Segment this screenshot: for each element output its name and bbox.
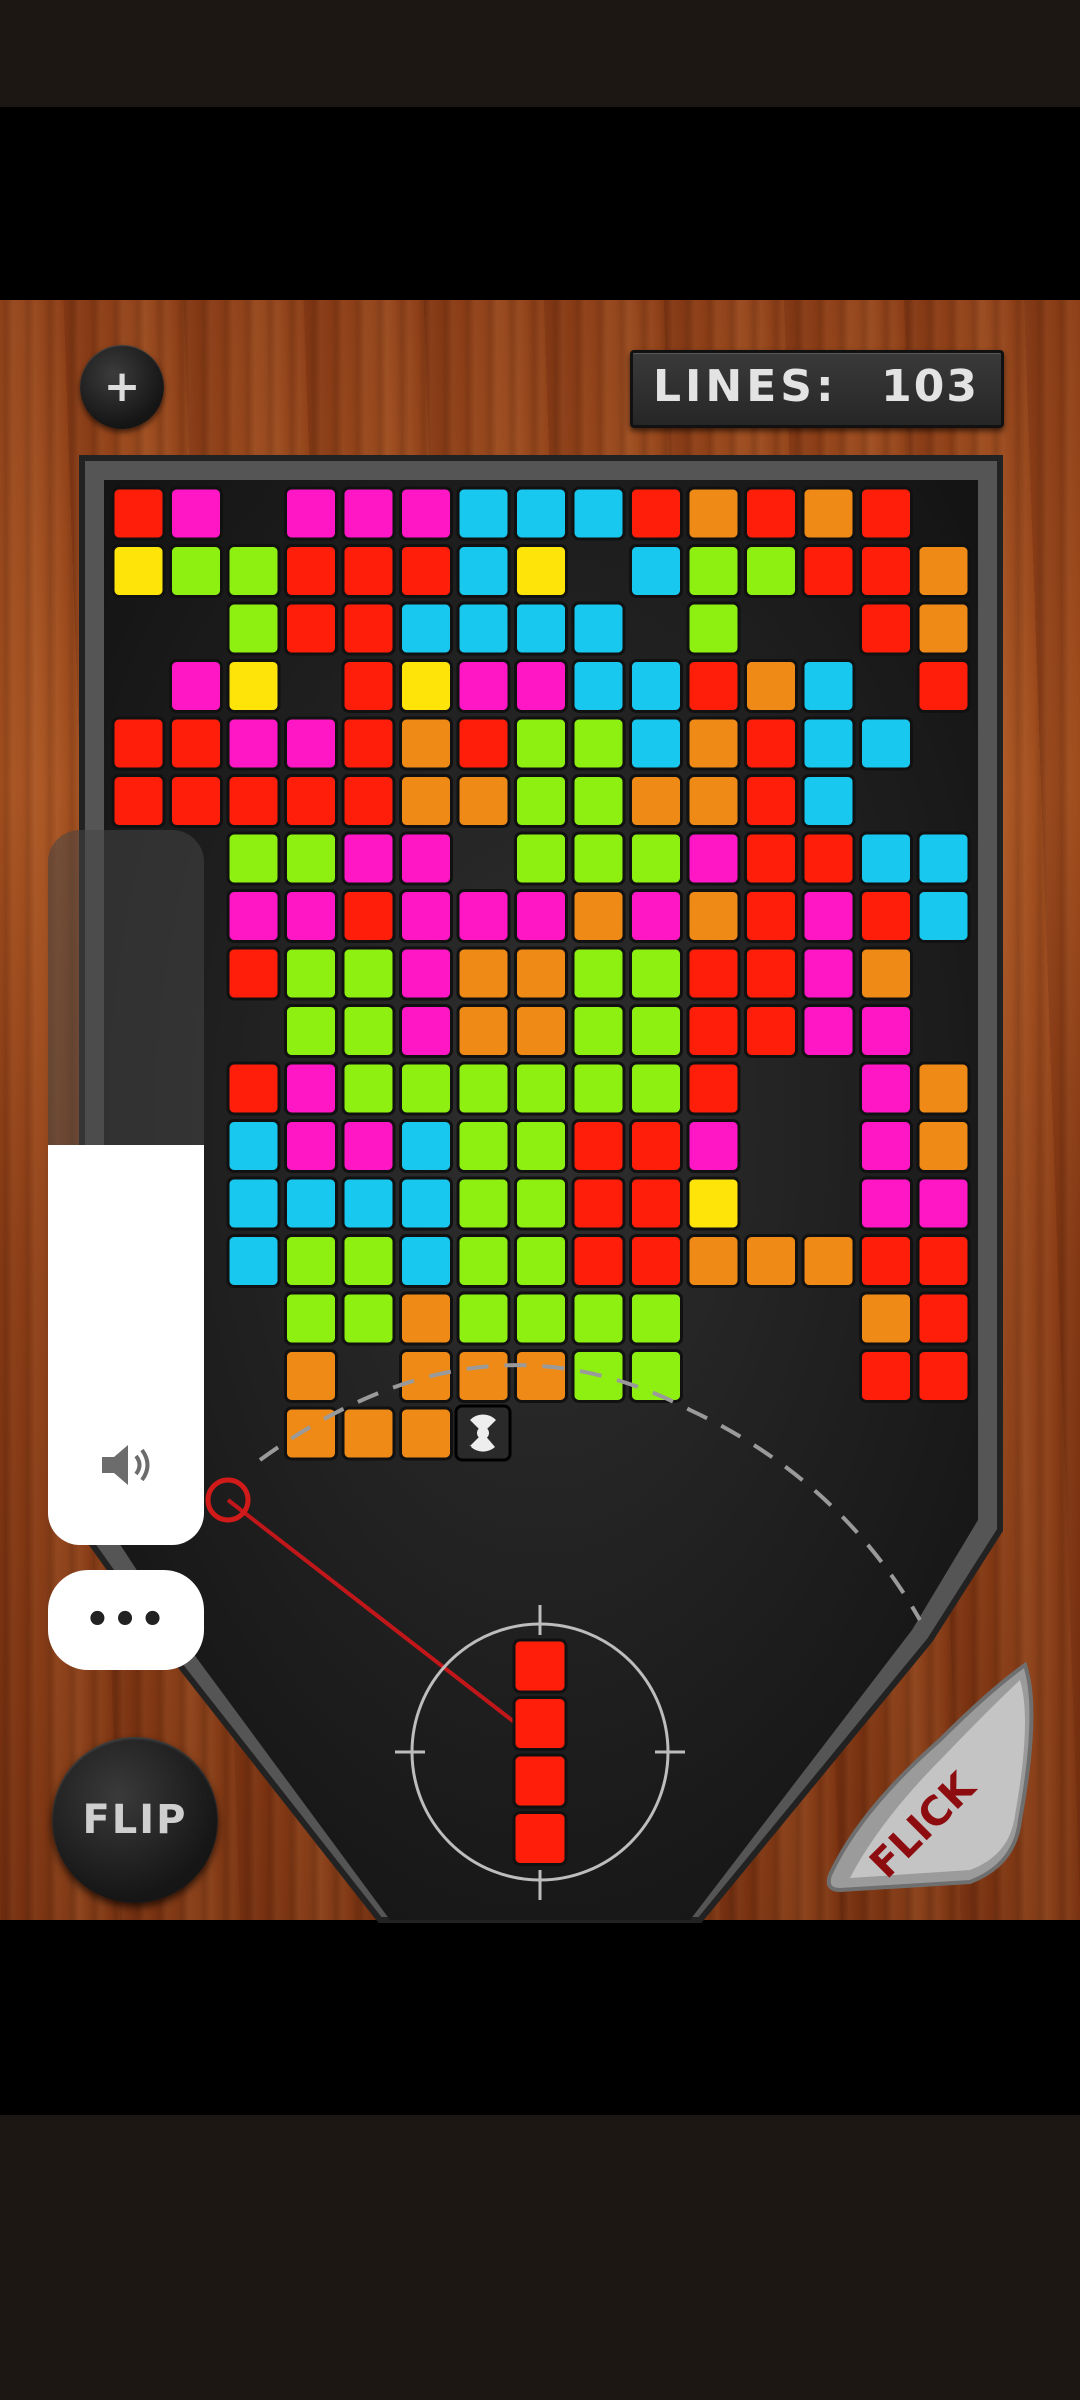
bottom-nav-bar — [0, 2115, 1080, 2400]
lines-value: 103 — [881, 361, 979, 412]
speaker-icon — [102, 1445, 150, 1485]
lines-label: LINES: — [653, 361, 838, 412]
add-button[interactable]: + — [80, 345, 164, 429]
more-options-button[interactable]: ••• — [48, 1570, 204, 1670]
volume-track-empty — [48, 830, 204, 1145]
top-status-bar — [0, 0, 1080, 107]
plus-icon: + — [103, 361, 141, 412]
lines-counter: LINES: 103 — [630, 350, 1004, 428]
volume-slider[interactable] — [48, 830, 204, 1545]
flick-button[interactable]: FLICK — [820, 1650, 1040, 1900]
flip-button[interactable]: FLIP — [52, 1737, 218, 1903]
